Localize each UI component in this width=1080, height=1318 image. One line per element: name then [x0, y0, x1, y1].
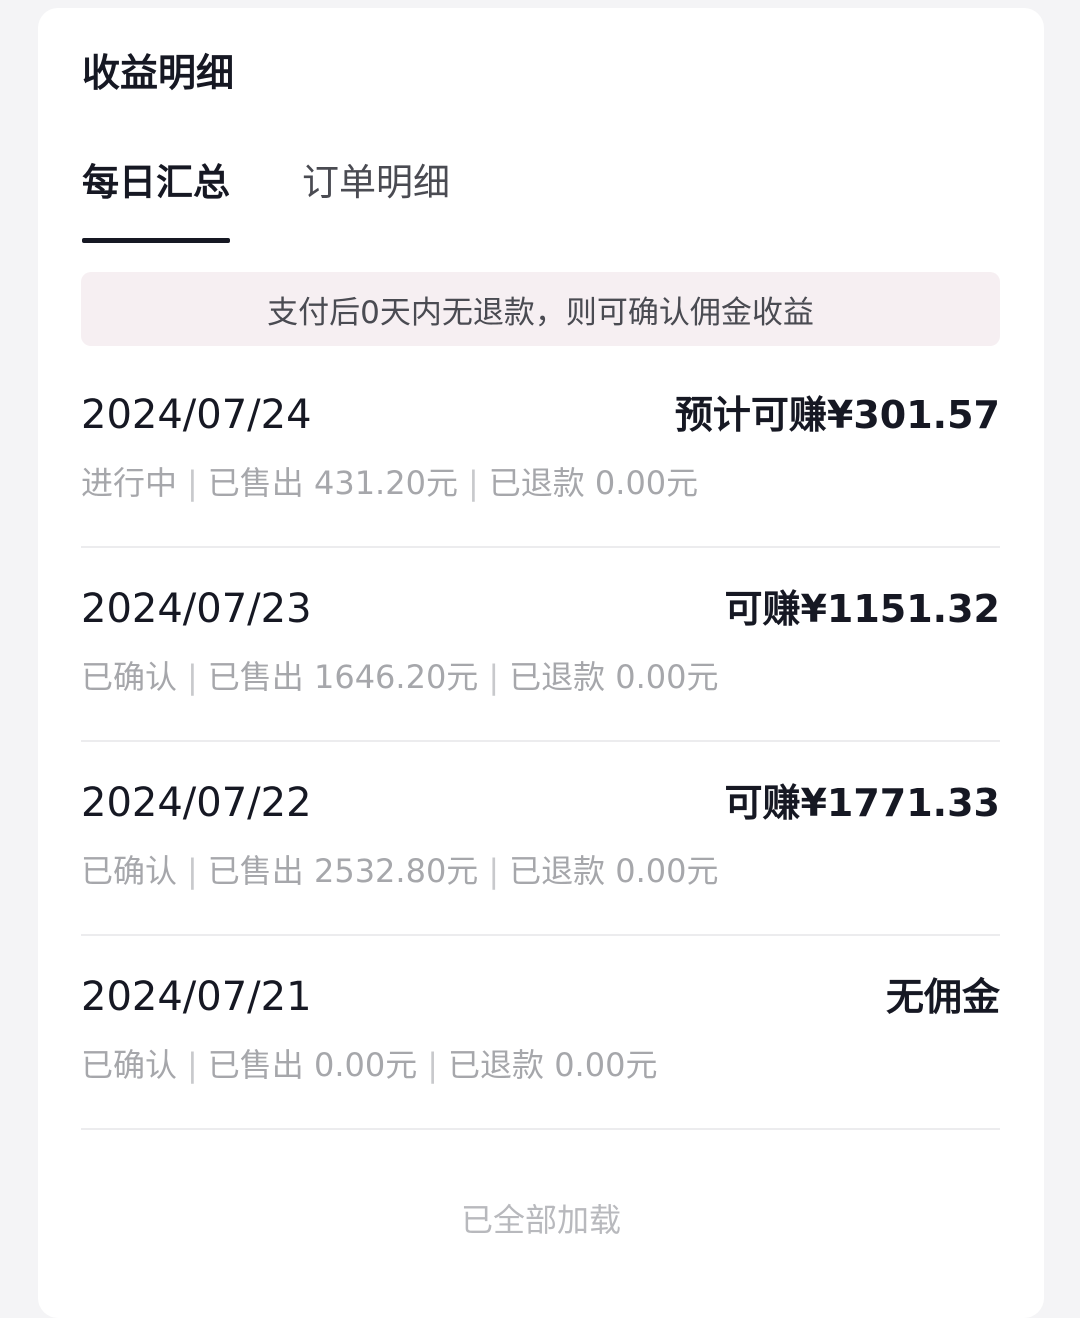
summary-amount: 预计可赚¥301.57	[674, 393, 1000, 437]
daily-summary-list: 2024/07/24 预计可赚¥301.57 进行中 | 已售出 431.20元 | 已…	[81, 354, 1000, 1130]
summary-sold: 已售出 0.00元	[207, 1046, 418, 1084]
summary-date: 2024/07/23	[81, 586, 312, 632]
summary-amount: 无佣金	[885, 975, 1000, 1019]
summary-amount: 可赚¥1771.33	[724, 781, 1000, 825]
meta-separator: |	[488, 658, 500, 696]
summary-refunded: 已退款 0.00元	[509, 658, 719, 696]
tab-daily-summary[interactable]: 每日汇总	[82, 158, 230, 248]
tab-order-detail[interactable]: 订单明细	[302, 158, 450, 248]
meta-separator: |	[427, 1046, 439, 1084]
summary-status: 进行中	[81, 464, 178, 502]
all-loaded-footer: 已全部加载	[460, 1201, 621, 1239]
summary-status: 已确认	[81, 852, 178, 890]
list-item[interactable]: 2024/07/23 可赚¥1151.32 已确认 | 已售出 1646.20元 | 已…	[81, 548, 1000, 742]
summary-refunded: 已退款 0.00元	[448, 1046, 658, 1084]
income-detail-card: 收益明细 每日汇总 订单明细 支付后0天内无退款，则可确认佣金收益 2024/0…	[38, 8, 1044, 1318]
list-item[interactable]: 2024/07/24 预计可赚¥301.57 进行中 | 已售出 431.20元 | 已…	[81, 354, 1000, 548]
summary-refunded: 已退款 0.00元	[488, 464, 699, 502]
list-item[interactable]: 2024/07/22 可赚¥1771.33 已确认 | 已售出 2532.80元 | 已…	[81, 742, 1000, 936]
commission-notice: 支付后0天内无退款，则可确认佣金收益	[81, 272, 1000, 346]
meta-separator: |	[187, 852, 198, 890]
meta-separator: |	[187, 658, 198, 696]
meta-separator: |	[187, 1046, 198, 1084]
summary-meta: 已确认 | 已售出 2532.80元 | 已退款 0.00元	[81, 848, 719, 894]
tab-order-detail-label: 订单明细	[302, 161, 450, 204]
meta-separator: |	[187, 464, 198, 502]
summary-date: 2024/07/21	[81, 974, 312, 1020]
summary-sold: 已售出 431.20元	[207, 464, 458, 502]
summary-sold: 已售出 1646.20元	[207, 658, 479, 696]
tab-bar: 每日汇总 订单明细	[82, 158, 522, 248]
summary-status: 已确认	[81, 1046, 178, 1084]
summary-refunded: 已退款 0.00元	[509, 852, 719, 890]
summary-status: 已确认	[81, 658, 178, 696]
summary-sold: 已售出 2532.80元	[207, 852, 479, 890]
summary-date: 2024/07/24	[81, 392, 312, 438]
list-item[interactable]: 2024/07/21 无佣金 已确认 | 已售出 0.00元 | 已退款 0.00元	[81, 936, 1000, 1130]
summary-meta: 已确认 | 已售出 1646.20元 | 已退款 0.00元	[81, 654, 719, 700]
summary-amount: 可赚¥1151.32	[724, 587, 1000, 631]
tab-daily-summary-label: 每日汇总	[82, 161, 230, 204]
active-tab-indicator	[82, 238, 230, 243]
summary-meta: 已确认 | 已售出 0.00元 | 已退款 0.00元	[81, 1042, 657, 1088]
meta-separator: |	[467, 464, 479, 502]
page-title: 收益明细	[82, 51, 235, 95]
summary-meta: 进行中 | 已售出 431.20元 | 已退款 0.00元	[81, 460, 698, 506]
summary-date: 2024/07/22	[81, 780, 312, 826]
meta-separator: |	[488, 852, 500, 890]
